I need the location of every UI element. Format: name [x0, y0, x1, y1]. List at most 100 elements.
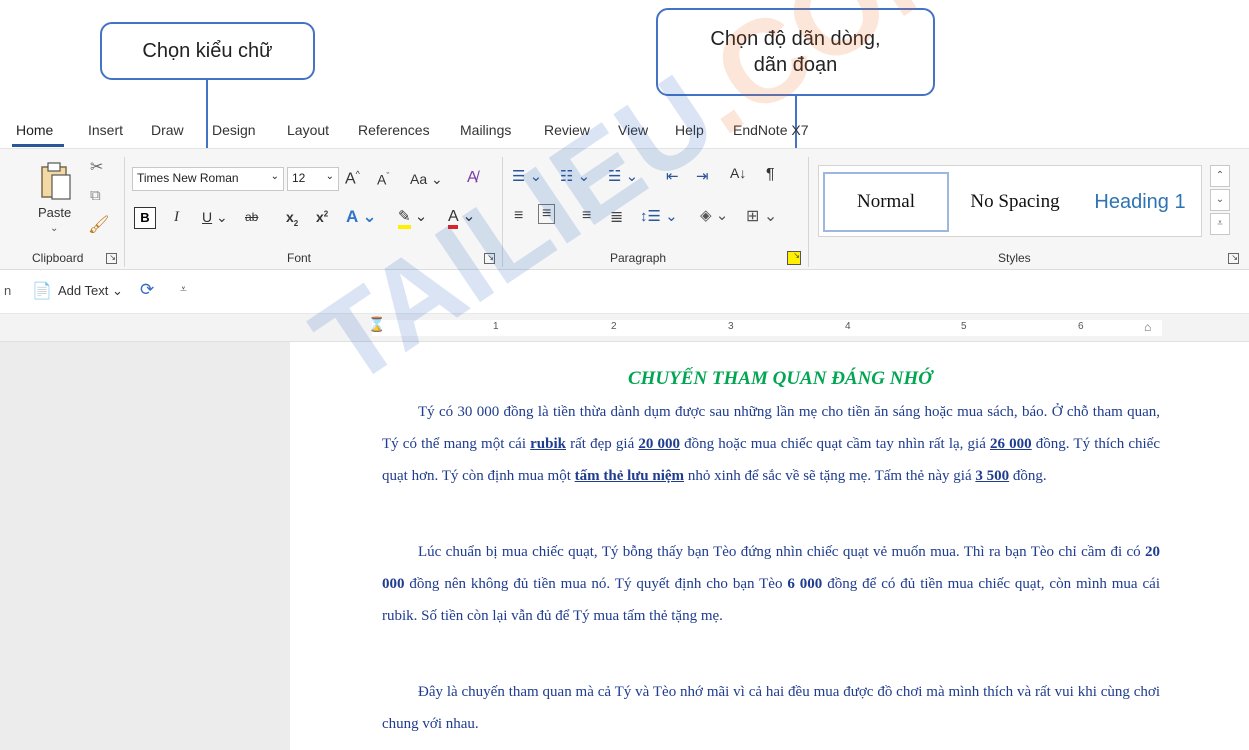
tab-draw[interactable]: Draw [151, 122, 184, 138]
paragraph-run: 26 000 [990, 436, 1032, 452]
ribbon: Paste ⌄ ✂ ⧉ 🖌 Clipboard ↘ Times New Roma… [0, 148, 1249, 270]
tab-review[interactable]: Review [544, 122, 590, 138]
paste-label: Paste [38, 205, 72, 220]
strikethrough-label: ab [245, 210, 259, 224]
highlight-icon[interactable]: ✎ ⌄ [398, 207, 427, 229]
underline-label: U [202, 209, 213, 225]
document-paragraph-1: Tý có 30 000 đồng là tiền thừa dành dụm … [382, 396, 1160, 492]
paragraph-group-label: Paragraph [610, 251, 667, 265]
align-right-icon[interactable]: ≡ [582, 207, 591, 225]
document-title: CHUYẾN THAM QUAN ĐÁNG NHỚ [627, 368, 933, 389]
ruler-number: 5 [961, 321, 967, 332]
clipboard-launcher-icon[interactable]: ↘ [106, 253, 117, 264]
style-normal-label: Normal [856, 191, 916, 212]
numbering-icon[interactable]: ☷ ⌄ [560, 167, 590, 185]
align-center-icon[interactable]: ≡ [538, 204, 556, 224]
show-marks-icon[interactable]: ¶ [766, 166, 775, 184]
paragraph-run: rubik [530, 436, 566, 452]
tab-home-underline [12, 144, 64, 147]
shading-icon[interactable]: ◈ ⌄ [700, 206, 728, 224]
underline-button[interactable]: U ⌄ [202, 209, 228, 226]
clipboard-group-label: Clipboard [32, 251, 84, 265]
tab-mailings[interactable]: Mailings [460, 122, 511, 138]
document-paragraph-2: Lúc chuẩn bị mua chiếc quạt, Tý bỗng thấ… [382, 536, 1160, 632]
superscript-label: x [316, 209, 324, 225]
paragraph-run: 3 500 [975, 468, 1010, 484]
tab-view[interactable]: View [618, 122, 648, 138]
separator-paragraph [808, 157, 809, 267]
change-case-button[interactable]: Aa ⌄ [410, 171, 443, 188]
tab-layout[interactable]: Layout [287, 122, 329, 138]
paragraph-run: Đây là chuyến tham quan mà cả Tý và Tèo … [382, 684, 1160, 732]
tab-help[interactable]: Help [675, 122, 704, 138]
subscript-button[interactable]: x2 [286, 209, 298, 228]
borders-icon[interactable]: ⊞ ⌄ [746, 206, 777, 226]
ruler-number: 6 [1078, 321, 1084, 332]
document-page[interactable]: CHUYẾN THAM QUAN ĐÁNG NHỚ Tý có 30 000 đ… [290, 342, 1249, 750]
styles-scroll-up[interactable]: ⌃ [1210, 165, 1230, 187]
paragraph-run: đồng. [1009, 468, 1047, 484]
paragraph-run: rất đẹp giá [566, 436, 639, 452]
tab-design[interactable]: Design [212, 122, 256, 138]
styles-more[interactable]: ⩡ [1210, 213, 1230, 235]
ribbon-tabs: Home Insert Draw Design Layout Reference… [0, 118, 1249, 147]
paragraph-run: tấm thẻ lưu niệm [574, 468, 685, 484]
update-icon[interactable]: ⟳ [140, 280, 154, 300]
italic-button[interactable]: I [174, 209, 179, 226]
styles-launcher-icon[interactable]: ↘ [1228, 253, 1239, 264]
right-indent-marker-icon[interactable]: ⌂ [1144, 320, 1151, 334]
copy-icon[interactable]: ⧉ [90, 187, 101, 204]
tab-insert[interactable]: Insert [88, 122, 123, 138]
font-size-dropdown[interactable]: 12 ⌄ [287, 167, 339, 191]
text-effects-icon[interactable]: A ⌄ [346, 207, 377, 227]
bold-button[interactable]: B [134, 207, 156, 229]
add-text-icon[interactable]: 📄 [32, 281, 52, 301]
style-heading-1[interactable]: Heading 1 [1081, 172, 1199, 232]
add-text-button[interactable]: Add Text ⌄ [58, 283, 123, 299]
superscript-button[interactable]: x2 [316, 209, 328, 225]
paragraph-run: 20 000 [638, 436, 681, 452]
style-no-spacing-label: No Spacing [970, 191, 1060, 212]
increase-indent-icon[interactable]: ⇥ [696, 167, 709, 185]
grow-font-button[interactable]: A^ [345, 169, 360, 188]
ruler-number: 1 [493, 321, 499, 332]
paragraph-run: đồng hoặc mua chiếc quạt cầm tay nhìn rấ… [680, 436, 991, 452]
font-launcher-icon[interactable]: ↘ [484, 253, 495, 264]
strikethrough-button[interactable]: ab [245, 210, 258, 224]
font-color-icon[interactable]: A ⌄ [448, 206, 476, 229]
clear-formatting-icon[interactable]: A̸ [467, 169, 478, 187]
styles-group-label: Styles [998, 251, 1031, 265]
paste-button[interactable]: Paste ⌄ [30, 159, 80, 239]
paragraph-run: đồng nên không đủ tiền mua nó. Tý quyết … [404, 576, 788, 592]
paragraph-run: Lúc chuẩn bị mua chiếc quạt, Tý bỗng thấ… [418, 544, 1145, 560]
tab-home[interactable]: Home [16, 122, 53, 138]
line-spacing-icon[interactable]: ↕☰ ⌄ [640, 207, 678, 225]
shrink-font-label: A [377, 171, 387, 188]
decrease-indent-icon[interactable]: ⇤ [666, 167, 679, 185]
tab-endnote[interactable]: EndNote X7 [733, 122, 809, 138]
horizontal-ruler[interactable]: ⌛ 1 2 3 4 5 6 ⌂ [0, 314, 1249, 342]
change-case-label: Aa [410, 171, 428, 187]
shrink-font-button[interactable]: Aˇ [377, 171, 389, 188]
customize-qat-icon[interactable]: ⩡ [180, 282, 187, 297]
bullets-icon[interactable]: ☰ ⌄ [512, 167, 542, 185]
format-painter-icon[interactable]: 🖌 [88, 215, 110, 235]
sort-icon[interactable]: A↓ [730, 165, 746, 181]
styles-scroll-down[interactable]: ⌄ [1210, 189, 1230, 211]
font-name-dropdown[interactable]: Times New Roman ⌄ [132, 167, 284, 191]
callout-line-spacing-text-2: dãn đoạn [753, 54, 838, 76]
cut-icon[interactable]: ✂ [90, 157, 103, 177]
chevron-down-icon: ⌄ [270, 171, 279, 182]
tab-references[interactable]: References [358, 122, 430, 138]
style-no-spacing[interactable]: No Spacing [953, 172, 1077, 232]
style-normal[interactable]: Normal [823, 172, 949, 232]
align-left-icon[interactable]: ≡ [514, 207, 523, 225]
document-workspace: CHUYẾN THAM QUAN ĐÁNG NHỚ Tý có 30 000 đ… [0, 342, 1249, 750]
chevron-down-icon: ⌄ [325, 171, 334, 182]
multilevel-list-icon[interactable]: ☱ ⌄ [608, 167, 638, 185]
justify-icon[interactable]: ≣ [610, 207, 623, 227]
paragraph-launcher-icon[interactable]: ↘ [787, 251, 801, 265]
style-heading-1-label: Heading 1 [1094, 190, 1186, 213]
ruler-number: 2 [611, 321, 617, 332]
indent-marker-icon[interactable]: ⌛ [368, 316, 385, 333]
